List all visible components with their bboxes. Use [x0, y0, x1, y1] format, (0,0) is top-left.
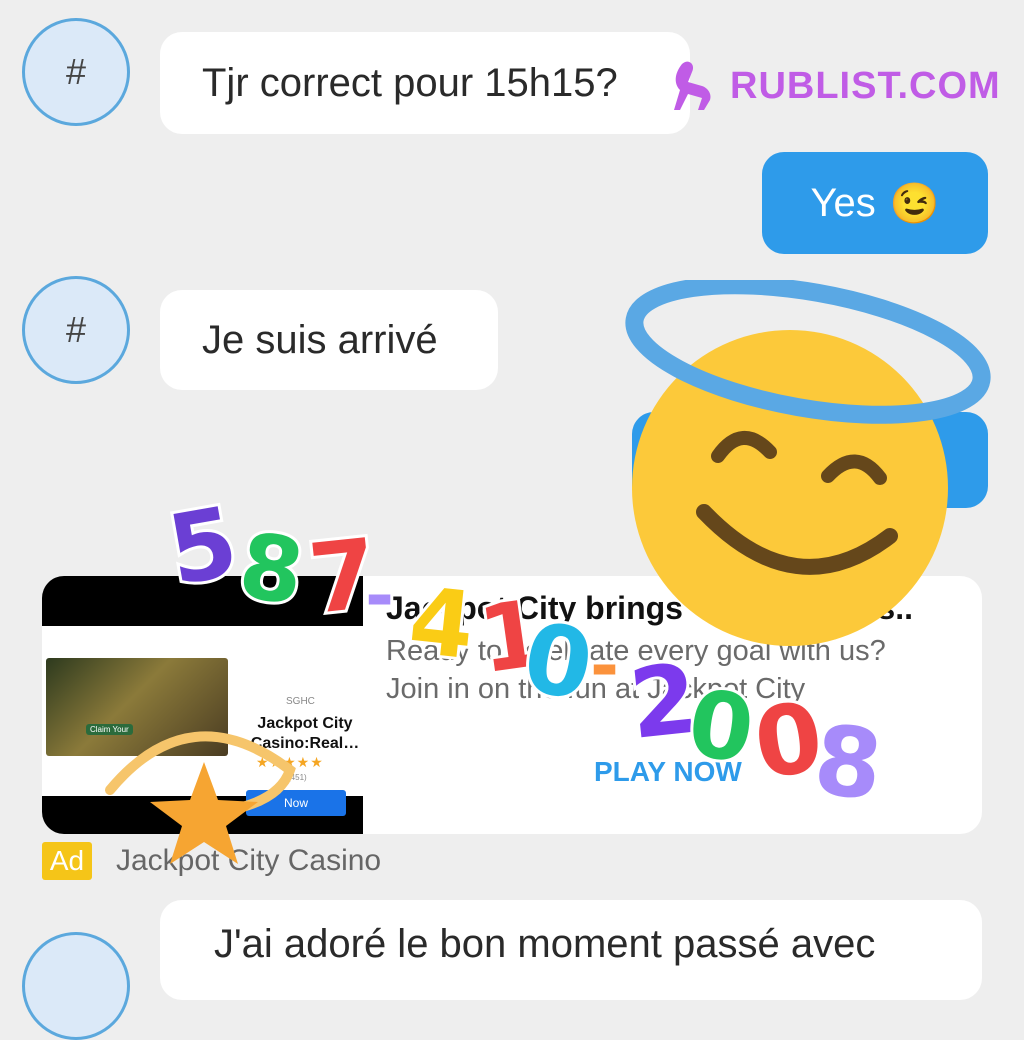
star-icon [105, 731, 296, 864]
watermark-figure-icon [674, 61, 711, 110]
sticker-char: - [365, 555, 394, 637]
message-bubble-incoming[interactable]: Je suis arrivé [160, 290, 498, 390]
wink-emoji-icon: 😉 [889, 181, 940, 226]
watermark-text: RUBLIST.COM [730, 64, 1001, 107]
message-text: Tjr correct pour 15h15? [202, 60, 618, 105]
avatar-initial: # [65, 51, 87, 92]
sticker-char: - [590, 625, 619, 707]
message-text: Je suis arrivé [202, 317, 438, 362]
message-text: Yes [810, 180, 876, 225]
contact-avatar[interactable]: # [22, 276, 130, 384]
sticker-char: 8 [233, 513, 310, 626]
avatar-initial: # [65, 309, 87, 350]
sticker-char: 8 [809, 704, 887, 820]
watermark: RUBLIST.COM [668, 58, 1001, 114]
ad-badge: Ad [42, 842, 92, 880]
message-bubble-outgoing[interactable]: Yes 😉 [762, 152, 988, 254]
message-text: J'ai adoré le bon moment passé avec [214, 922, 876, 966]
sticker-char: 5 [160, 490, 245, 607]
sticker-char: 0 [682, 669, 760, 784]
message-bubble-incoming[interactable]: Tjr correct pour 15h15? [160, 32, 690, 134]
smiling-face-with-halo-icon [625, 280, 991, 646]
contact-avatar[interactable] [22, 932, 130, 1040]
sticker-char: 4 [404, 567, 479, 680]
contact-avatar[interactable]: # [22, 18, 130, 126]
